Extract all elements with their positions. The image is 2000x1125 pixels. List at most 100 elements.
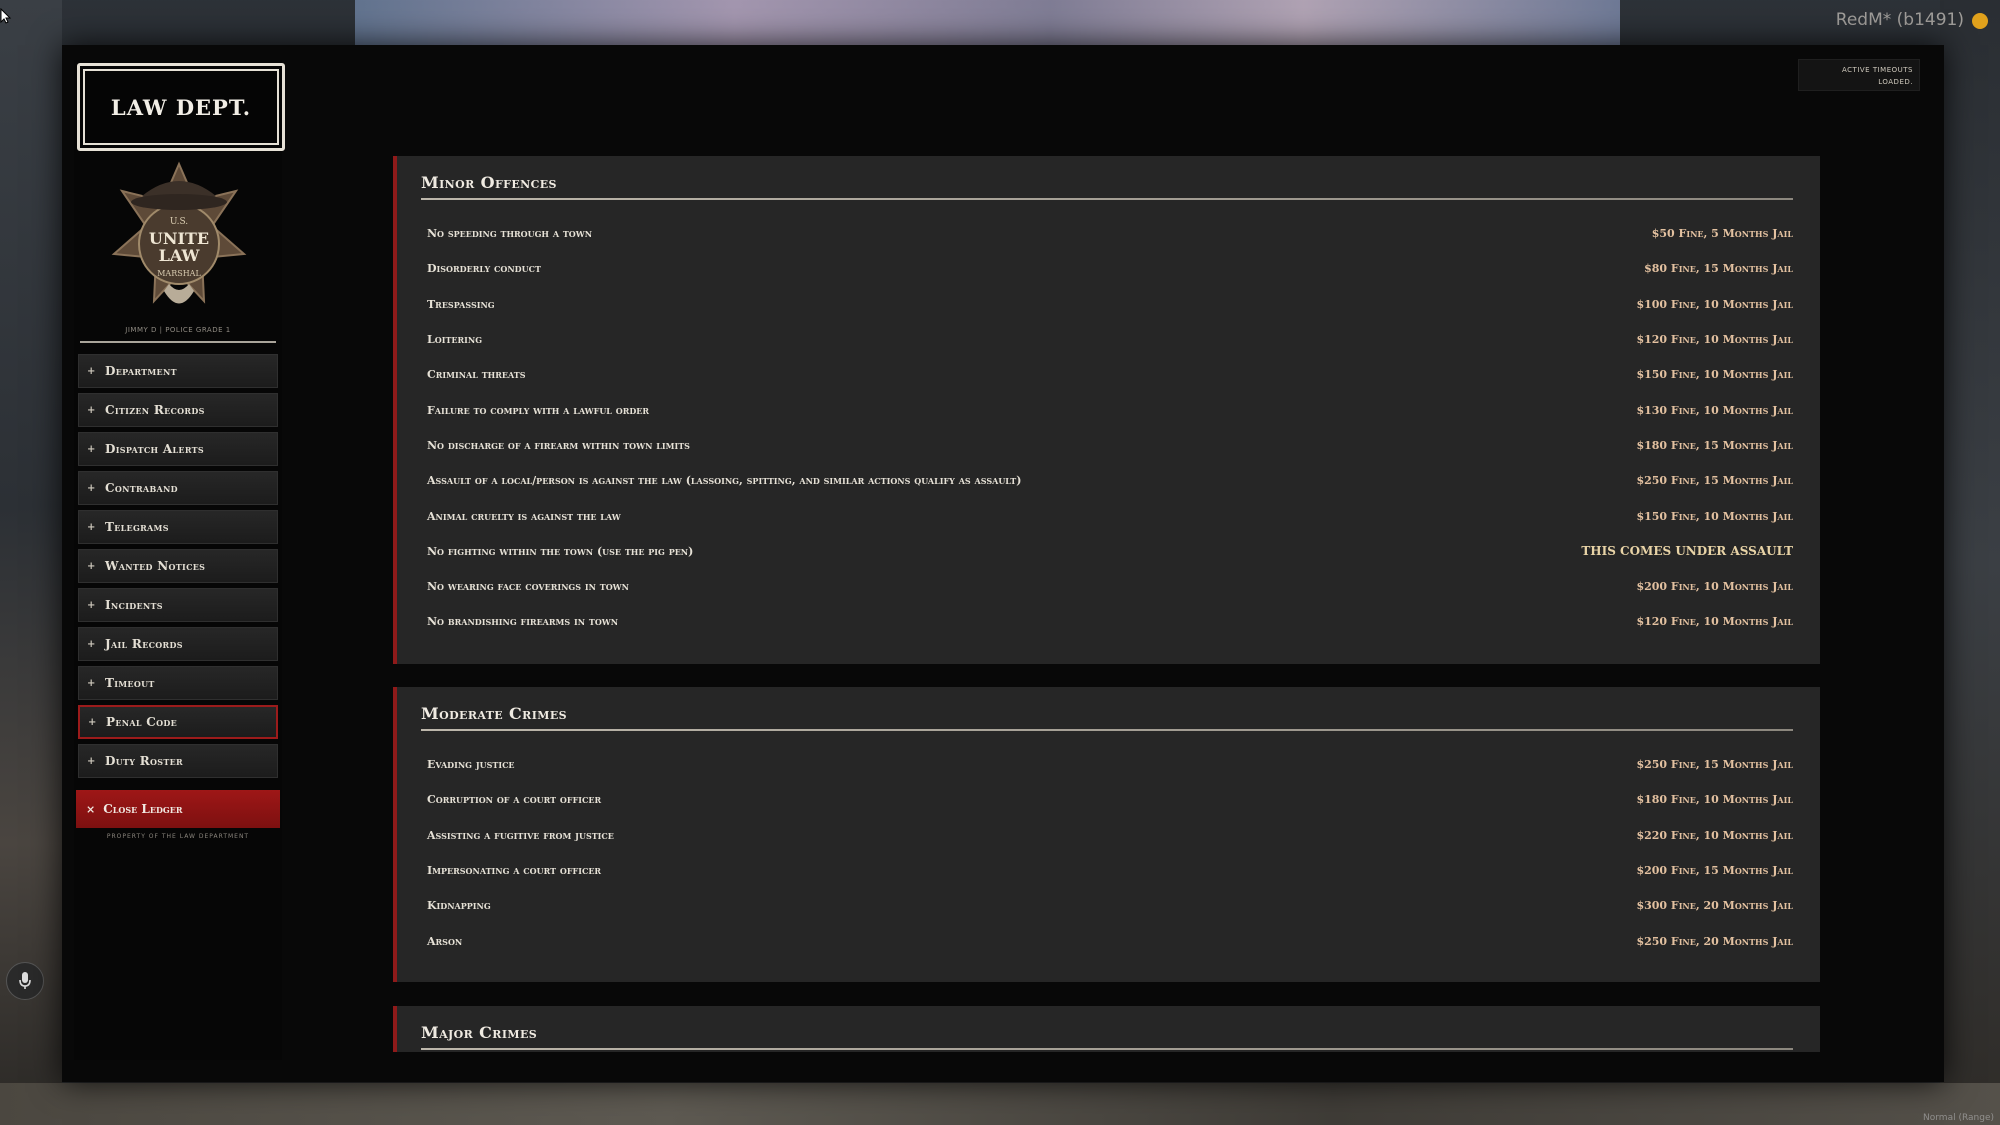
offence-row: Criminal threats $150 Fine, 10 Months Jai… bbox=[427, 357, 1793, 392]
sidebar-item-incidents[interactable]: + Incidents bbox=[78, 588, 278, 622]
property-notice: PROPERTY OF THE LAW DEPARTMENT bbox=[106, 833, 250, 840]
offence-row: No brandishing firearms in town $120 Fine… bbox=[427, 604, 1793, 639]
status-line-2: LOADED. bbox=[1878, 78, 1913, 86]
game-background-left bbox=[0, 0, 62, 1125]
microphone-icon bbox=[6, 962, 44, 1000]
sidebar-item-label: Jail Records bbox=[105, 637, 183, 651]
sidebar-item-wanted-notices[interactable]: + Wanted Notices bbox=[78, 549, 278, 583]
sidebar-item-label: Duty Roster bbox=[105, 754, 183, 768]
plus-icon: + bbox=[88, 716, 97, 728]
sidebar-item-telegrams[interactable]: + Telegrams bbox=[78, 510, 278, 544]
badge-bottom-text: MARSHAL bbox=[157, 269, 201, 278]
offence-name: No brandishing firearms in town bbox=[427, 615, 619, 629]
section-divider bbox=[421, 198, 1793, 200]
marshal-badge-logo: U.S. UNITE LAW MARSHAL bbox=[111, 161, 247, 304]
offence-penalty: $150 Fine, 10 Months Jail bbox=[1636, 368, 1793, 382]
sidebar-item-label: Telegrams bbox=[105, 520, 169, 534]
penal-code-content[interactable]: Minor Offences No speeding through a tow… bbox=[393, 110, 1820, 1052]
offence-name: Disorderly conduct bbox=[427, 262, 541, 276]
sidebar-item-label: Timeout bbox=[105, 676, 155, 690]
offence-name: No speeding through a town bbox=[427, 227, 593, 241]
offence-list: Evading justice $250 Fine, 15 Months Jail… bbox=[427, 747, 1793, 959]
offence-penalty: $100 Fine, 10 Months Jail bbox=[1636, 297, 1793, 311]
section-title: Major Crimes bbox=[421, 1023, 538, 1042]
offence-penalty: $220 Fine, 10 Months Jail bbox=[1636, 828, 1793, 842]
plus-icon: + bbox=[87, 755, 96, 767]
brand-title: LAW DEPT. bbox=[110, 94, 252, 120]
game-background-ground bbox=[0, 1083, 2000, 1125]
sidebar-item-label: Wanted Notices bbox=[105, 559, 206, 573]
sidebar-item-label: Department bbox=[105, 364, 177, 378]
sidebar-item-timeout[interactable]: + Timeout bbox=[78, 666, 278, 700]
offence-row: Disorderly conduct $80 Fine, 15 Months Ja… bbox=[427, 251, 1793, 286]
sidebar-item-label: Incidents bbox=[105, 598, 163, 612]
game-background-right bbox=[1940, 0, 2000, 1125]
offence-name: Criminal threats bbox=[427, 368, 526, 382]
offence-penalty: $130 Fine, 10 Months Jail bbox=[1636, 403, 1793, 417]
offence-name: Loitering bbox=[427, 333, 483, 347]
plus-icon: + bbox=[87, 677, 96, 689]
offence-name: No wearing face coverings in town bbox=[427, 580, 629, 594]
offence-row: Failure to comply with a lawful order $13… bbox=[427, 392, 1793, 427]
offence-penalty: $150 Fine, 10 Months Jail bbox=[1636, 509, 1793, 523]
sidebar-item-duty-roster[interactable]: + Duty Roster bbox=[78, 744, 278, 778]
plus-icon: + bbox=[87, 365, 96, 377]
offence-penalty: $300 Fine, 20 Months Jail bbox=[1636, 899, 1793, 913]
close-ledger-label: Close Ledger bbox=[103, 802, 183, 816]
sidebar-item-jail-records[interactable]: + Jail Records bbox=[78, 627, 278, 661]
sidebar-item-penal-code[interactable]: + Penal Code bbox=[78, 705, 278, 739]
offence-name: Corruption of a court officer bbox=[427, 793, 602, 807]
sidebar-item-label: Penal Code bbox=[106, 715, 177, 729]
offence-name: Arson bbox=[427, 934, 463, 948]
offence-row: Animal cruelty is against the law $150 Fi… bbox=[427, 498, 1793, 533]
offence-row: No discharge of a firearm within town li… bbox=[427, 428, 1793, 463]
sidebar-item-citizen-records[interactable]: + Citizen Records bbox=[78, 393, 278, 427]
offence-row: Assault of a local/person is against the… bbox=[427, 463, 1793, 498]
offence-penalty: $120 Fine, 10 Months Jail bbox=[1636, 615, 1793, 629]
section-minor-offences: Minor Offences No speeding through a tow… bbox=[393, 156, 1820, 664]
voice-range-label: Normal (Range) bbox=[1923, 1113, 1994, 1123]
section-major-crimes: Major Crimes bbox=[393, 1006, 1820, 1052]
status-notification: ACTIVE TIMEOUTS LOADED. bbox=[1798, 59, 1920, 91]
sidebar-item-label: Contraband bbox=[105, 481, 178, 495]
offence-name: Kidnapping bbox=[427, 899, 491, 913]
offence-row: No speeding through a town $50 Fine, 5 Mo… bbox=[427, 216, 1793, 251]
offence-penalty: $250 Fine, 15 Months Jail bbox=[1636, 474, 1793, 488]
badge-main-line2: LAW bbox=[159, 246, 201, 265]
offence-row: Impersonating a court officer $200 Fine, … bbox=[427, 853, 1793, 888]
offence-row: Trespassing $100 Fine, 10 Months Jail bbox=[427, 287, 1793, 322]
status-line-1: ACTIVE TIMEOUTS bbox=[1842, 66, 1913, 74]
offence-list: No speeding through a town $50 Fine, 5 Mo… bbox=[427, 216, 1793, 640]
offence-row: No wearing face coverings in town $200 Fi… bbox=[427, 569, 1793, 604]
section-title: Minor Offences bbox=[421, 173, 557, 192]
sidebar-item-department[interactable]: + Department bbox=[78, 354, 278, 388]
section-title: Moderate Crimes bbox=[421, 704, 567, 723]
offence-row: Evading justice $250 Fine, 15 Months Jail bbox=[427, 747, 1793, 782]
offence-row: Corruption of a court officer $180 Fine, … bbox=[427, 782, 1793, 817]
plus-icon: + bbox=[87, 404, 96, 416]
plus-icon: + bbox=[87, 443, 96, 455]
offence-name: Trespassing bbox=[427, 297, 495, 311]
mouse-cursor-icon bbox=[0, 7, 12, 28]
offence-penalty: $250 Fine, 20 Months Jail bbox=[1636, 934, 1793, 948]
section-divider bbox=[421, 729, 1793, 731]
offence-penalty: $250 Fine, 15 Months Jail bbox=[1636, 758, 1793, 772]
sidebar-item-label: Citizen Records bbox=[105, 403, 205, 417]
offence-penalty: $120 Fine, 10 Months Jail bbox=[1636, 333, 1793, 347]
offence-name: Assisting a fugitive from justice bbox=[427, 828, 614, 842]
plus-icon: + bbox=[87, 599, 96, 611]
sidebar-item-dispatch-alerts[interactable]: + Dispatch Alerts bbox=[78, 432, 278, 466]
offence-name: Impersonating a court officer bbox=[427, 864, 602, 878]
brand-header: LAW DEPT. bbox=[77, 63, 285, 151]
plus-icon: + bbox=[87, 521, 96, 533]
offence-penalty: $180 Fine, 10 Months Jail bbox=[1636, 793, 1793, 807]
plus-icon: + bbox=[87, 482, 96, 494]
sidebar-item-contraband[interactable]: + Contraband bbox=[78, 471, 278, 505]
offence-name: No discharge of a firearm within town li… bbox=[427, 438, 690, 452]
law-ledger-window: LAW DEPT. U.S. UNITE LAW MARSHAL JIMMY D… bbox=[62, 45, 1944, 1082]
sidebar-nav: + Department + Citizen Records + Dispatch A… bbox=[78, 354, 278, 783]
offence-row: Loitering $120 Fine, 10 Months Jail bbox=[427, 322, 1793, 357]
close-ledger-button[interactable]: × Close Ledger bbox=[76, 790, 280, 828]
offence-name: Failure to comply with a lawful order bbox=[427, 403, 650, 417]
offence-penalty: $50 Fine, 5 Months Jail bbox=[1651, 227, 1793, 241]
